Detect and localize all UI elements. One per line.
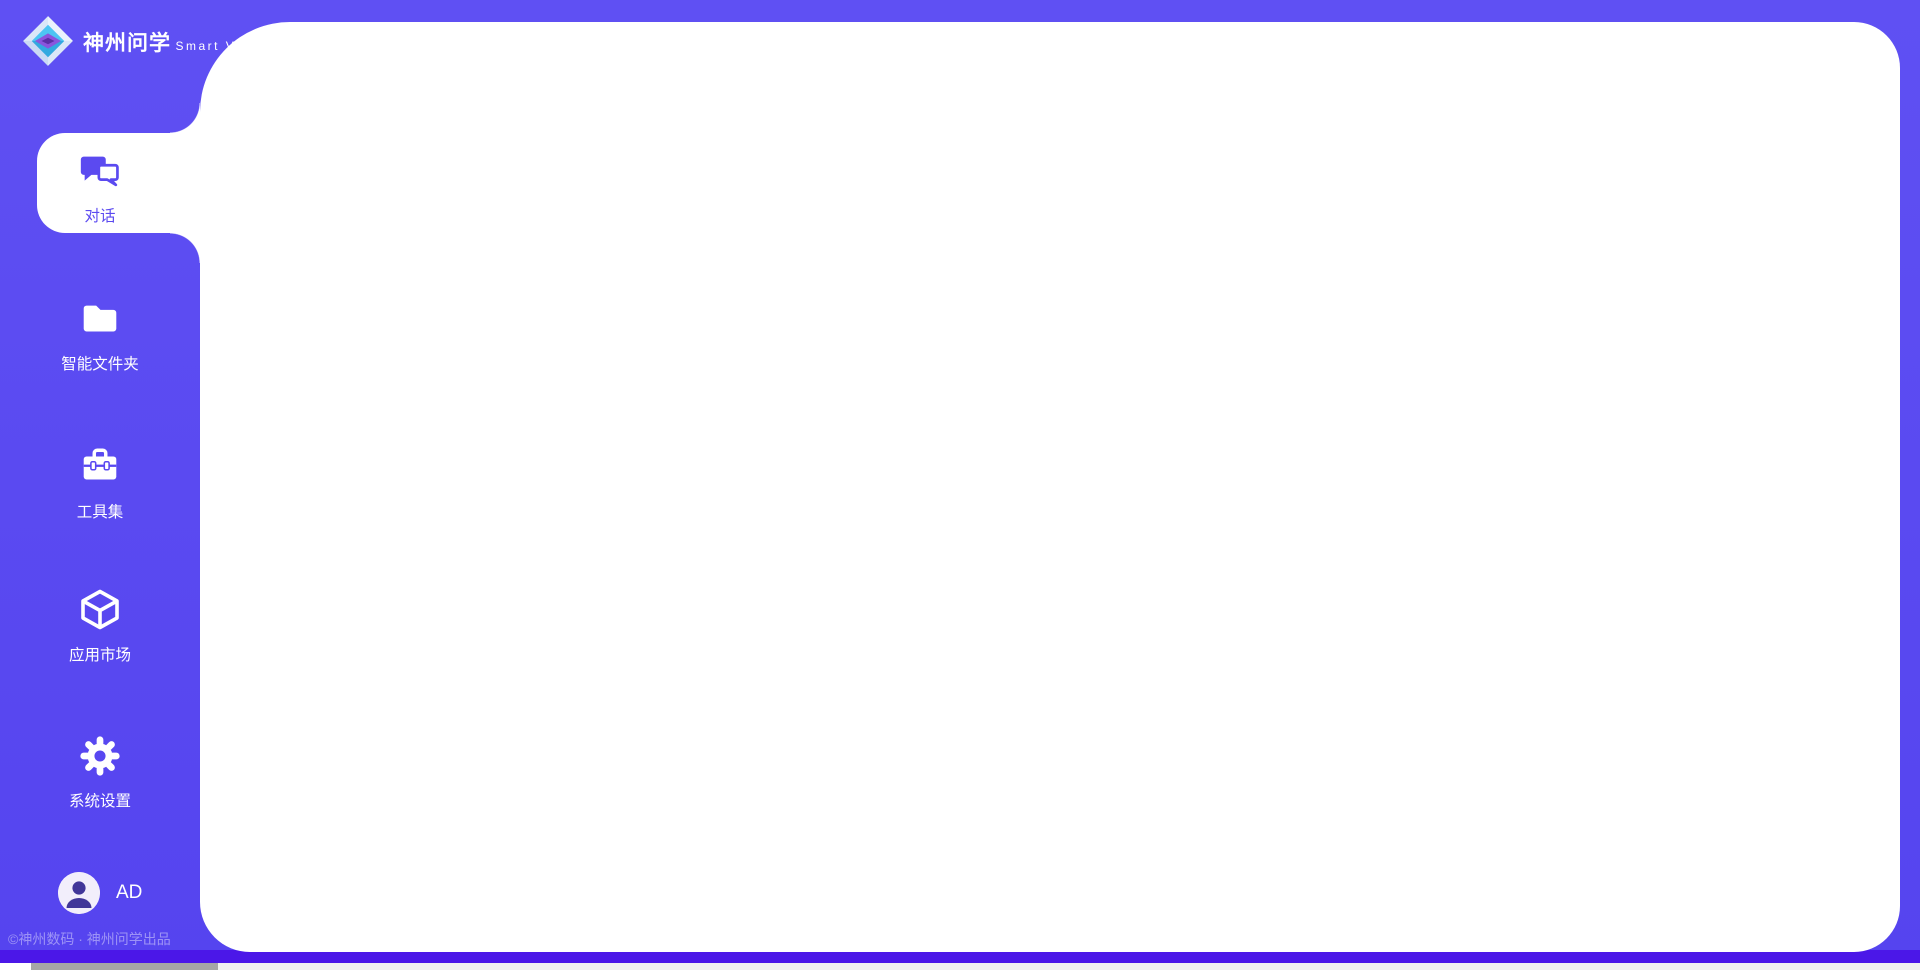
chat-bubbles-icon: [77, 148, 123, 199]
sidebar-item-settings[interactable]: 系统设置: [0, 733, 200, 811]
gear-icon: [77, 733, 123, 784]
folder-icon: [77, 296, 123, 347]
copyright-text: ©神州数码 · 神州问学出品: [8, 929, 208, 949]
scrollbar-corner: [0, 963, 31, 970]
sidebar-item-label: 系统设置: [0, 789, 200, 811]
sidebar-item-label: 应用市场: [0, 643, 200, 665]
user-name: AD: [116, 882, 142, 904]
brand-name: 神州问学: [83, 32, 171, 55]
sidebar-item-label: 对话: [0, 204, 200, 226]
sidebar-item-smart-folder[interactable]: 智能文件夹: [0, 296, 200, 374]
brand-subtitle: Smart Vision: [175, 39, 273, 53]
nav-pill-fillet-top: [170, 103, 200, 133]
sidebar-item-app-market[interactable]: 应用市场: [0, 585, 200, 665]
main-content-panel: [200, 22, 1900, 952]
nav-pill-fillet-bottom: [170, 233, 200, 263]
diamond-logo-icon: [22, 15, 74, 72]
sidebar-item-chat[interactable]: 对话: [0, 148, 200, 226]
user-account[interactable]: AD: [58, 872, 142, 914]
horizontal-scrollbar[interactable]: [0, 963, 1920, 970]
brand-logo: 神州问学 Smart Vision: [22, 15, 273, 72]
sidebar-item-label: 智能文件夹: [0, 352, 200, 374]
avatar: [58, 872, 100, 914]
toolbox-icon: [77, 444, 123, 495]
sidebar-item-toolset[interactable]: 工具集: [0, 444, 200, 522]
cube-icon: [76, 585, 124, 638]
scrollbar-thumb[interactable]: [31, 963, 218, 970]
sidebar-item-label: 工具集: [0, 500, 200, 522]
